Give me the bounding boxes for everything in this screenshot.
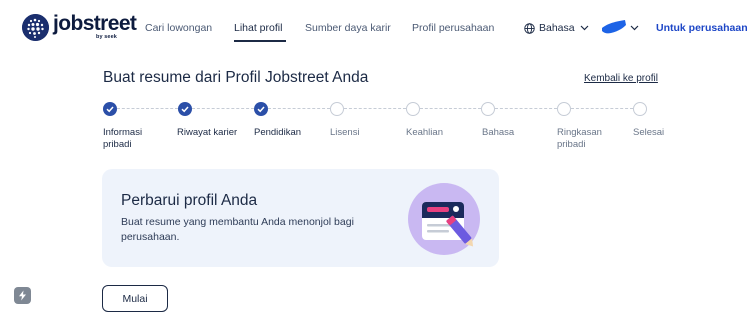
check-icon [181, 106, 189, 113]
check-icon [106, 106, 114, 113]
nav-cari-lowongan[interactable]: Cari lowongan [145, 22, 212, 34]
step-label: Selesai [633, 127, 665, 138]
logo-wordmark: jobstreet [53, 12, 137, 35]
step-connector [571, 108, 633, 109]
step-pendidikan[interactable] [254, 102, 268, 116]
step-connector [420, 108, 481, 109]
logo-subtitle: by seek [96, 34, 117, 40]
card-description: Buat resume yang membantu Anda menonjol … [121, 216, 354, 243]
jobstreet-logo[interactable]: jobstreet by seek [22, 12, 137, 41]
active-nav-indicator [234, 40, 286, 42]
step-connector [192, 108, 254, 109]
step-label: Ringkasan pribadi [557, 127, 602, 150]
step-label: Pendidikan [254, 127, 302, 138]
chevron-down-icon [580, 25, 589, 31]
nav-profil-perusahaan[interactable]: Profil perusahaan [412, 22, 494, 34]
step-ringkasan-pribadi[interactable] [557, 102, 571, 116]
start-button[interactable]: Mulai [102, 285, 168, 312]
step-keahlian[interactable] [406, 102, 420, 116]
lightning-icon[interactable] [14, 287, 31, 304]
check-icon [257, 106, 265, 113]
step-connector [268, 108, 330, 109]
top-navigation-bar: jobstreet by seek Cari lowongan Lihat pr… [0, 0, 756, 56]
back-to-profile-link[interactable]: Kembali ke profil [584, 73, 658, 84]
nav-lihat-profil[interactable]: Lihat profil [234, 22, 282, 34]
step-connector [495, 108, 557, 109]
step-label: Lisensi [330, 127, 360, 138]
globe-icon [524, 22, 535, 34]
language-label: Bahasa [539, 22, 575, 34]
step-bahasa[interactable] [481, 102, 495, 116]
jobstreet-globe-icon [22, 14, 49, 41]
language-selector[interactable]: Bahasa [524, 22, 593, 34]
step-selesai[interactable] [633, 102, 647, 116]
step-label: Bahasa [482, 127, 515, 138]
account-avatar[interactable] [601, 19, 627, 35]
step-lisensi[interactable] [330, 102, 344, 116]
step-label: Riwayat karier [177, 127, 238, 138]
chevron-down-icon[interactable] [630, 25, 639, 31]
progress-stepper: Informasi pribadi Riwayat karier Pendidi… [0, 100, 756, 160]
step-connector [344, 108, 406, 109]
step-informasi-pribadi[interactable] [103, 102, 117, 116]
card-title: Perbarui profil Anda [121, 192, 258, 209]
update-profile-card: Perbarui profil Anda Buat resume yang me… [102, 169, 499, 267]
employer-link[interactable]: Untuk perusahaan [656, 22, 748, 34]
step-connector [117, 108, 178, 109]
step-label: Keahlian [406, 127, 443, 138]
resume-edit-icon [408, 183, 480, 255]
nav-sumber-daya-karir[interactable]: Sumber daya karir [305, 22, 391, 34]
page-title: Buat resume dari Profil Jobstreet Anda [103, 69, 369, 86]
step-label: Informasi pribadi [103, 127, 143, 150]
step-riwayat-karier[interactable] [178, 102, 192, 116]
